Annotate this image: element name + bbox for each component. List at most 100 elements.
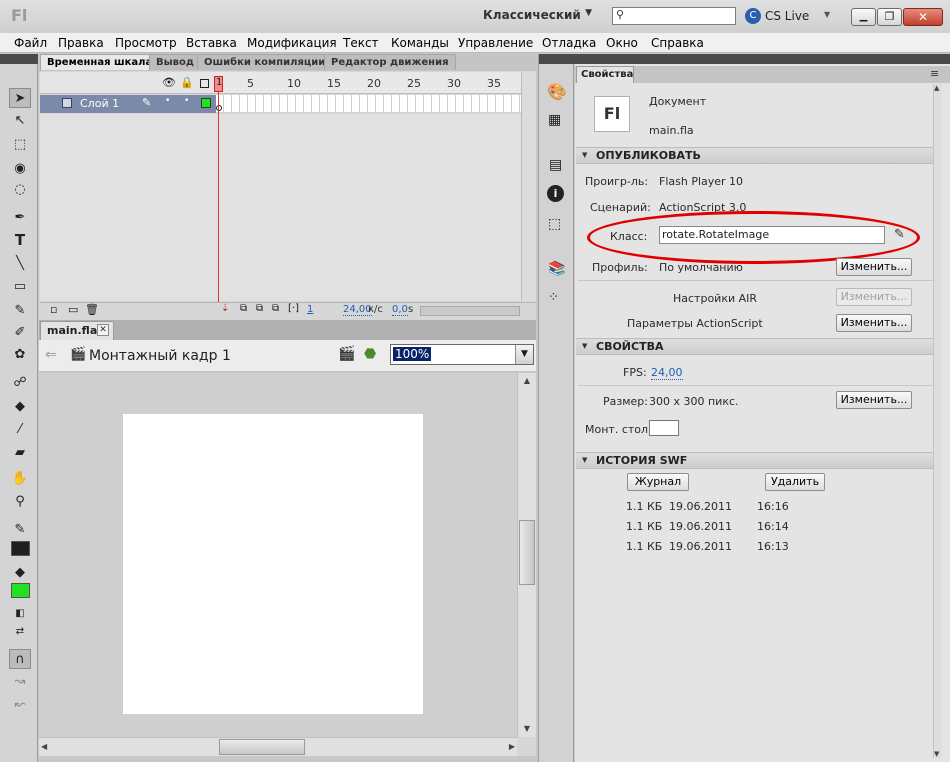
scroll-right-icon[interactable]: ▶	[509, 738, 515, 756]
edit-symbols-icon[interactable]: ⬣	[364, 346, 376, 362]
edit-multiple-frames-icon[interactable]: ⧉	[272, 303, 279, 314]
menu-view[interactable]: Просмотр	[115, 36, 177, 50]
fill-color-swatch[interactable]	[11, 583, 30, 598]
lock-all-icon[interactable]: 🔒	[180, 76, 194, 89]
visibility-dot-icon[interactable]: •	[165, 96, 170, 106]
color-panel-icon[interactable]: 🎨	[547, 82, 567, 101]
search-input[interactable]	[629, 9, 733, 23]
lock-dot-icon[interactable]: •	[184, 96, 189, 106]
outline-all-icon[interactable]	[200, 79, 209, 88]
pen-tool-icon[interactable]: ✒	[9, 207, 31, 227]
size-change-button[interactable]: Изменить...	[836, 391, 912, 409]
straighten-icon[interactable]: ↜	[9, 694, 31, 714]
close-document-button[interactable]: ✕	[97, 324, 109, 336]
fps-value[interactable]: 24,00	[651, 366, 683, 380]
info-panel-icon[interactable]: i	[547, 185, 564, 202]
stroke-color-icon[interactable]: ✎	[9, 519, 31, 539]
menu-text[interactable]: Текст	[343, 36, 379, 50]
black-white-icon[interactable]: ◧	[9, 603, 31, 623]
menu-window[interactable]: Окно	[606, 36, 638, 50]
onion-skin-icon[interactable]: ⧉	[240, 303, 247, 314]
timeline-hscroll[interactable]	[420, 306, 520, 316]
menu-file[interactable]: Файл	[14, 36, 47, 50]
smooth-icon[interactable]: ↝	[9, 671, 31, 691]
line-tool-icon[interactable]: ╲	[9, 253, 31, 273]
back-arrow-icon[interactable]: ⇐	[45, 347, 57, 363]
onion-outlines-icon[interactable]: ⧉	[256, 303, 263, 314]
close-button[interactable]: ✕	[903, 8, 943, 26]
air-change-button[interactable]: Изменить...	[836, 288, 912, 306]
align-panel-icon[interactable]: ▤	[549, 157, 562, 173]
motion-presets-icon[interactable]: ⁘	[548, 290, 559, 305]
brush-tool-icon[interactable]: ✐	[9, 322, 31, 342]
menu-modify[interactable]: Модификация	[247, 36, 337, 50]
section-properties-header[interactable]: СВОЙСТВА	[576, 338, 938, 355]
scroll-up-icon[interactable]: ▲	[934, 84, 939, 92]
swf-log-button[interactable]: Журнал	[627, 473, 689, 491]
text-tool-icon[interactable]: T	[9, 230, 31, 250]
scroll-down-icon[interactable]: ▼	[518, 721, 536, 737]
snap-magnet-icon[interactable]: ∩	[9, 649, 31, 669]
tab-output[interactable]: Вывод	[149, 54, 201, 70]
bone-tool-icon[interactable]: ☍	[9, 372, 31, 392]
subselection-tool-icon[interactable]: ↖	[9, 110, 31, 130]
zoom-tool-icon[interactable]: ⚲	[9, 491, 31, 511]
as-change-button[interactable]: Изменить...	[836, 314, 912, 332]
selection-tool-icon[interactable]: ➤	[9, 88, 31, 108]
menu-help[interactable]: Справка	[651, 36, 704, 50]
show-hide-all-icon[interactable]: 👁	[162, 76, 176, 89]
new-layer-icon[interactable]: ▫	[50, 303, 57, 316]
panel-grip[interactable]	[575, 54, 950, 64]
section-swf-history-header[interactable]: ИСТОРИЯ SWF	[576, 452, 938, 469]
delete-layer-icon[interactable]: 🗑	[85, 303, 99, 316]
search-box[interactable]: ⚲	[612, 7, 736, 25]
stage-hscroll[interactable]: ◀ ▶	[39, 737, 517, 756]
tab-timeline[interactable]: Временная шкала	[40, 54, 160, 70]
swap-colors-icon[interactable]: ⇄	[9, 621, 31, 641]
lasso-tool-icon[interactable]: ◌	[9, 179, 31, 199]
profile-change-button[interactable]: Изменить...	[836, 258, 912, 276]
hand-tool-icon[interactable]: ✋	[9, 468, 31, 488]
pencil-tool-icon[interactable]: ✎	[9, 300, 31, 320]
playhead-marker[interactable]: 1	[214, 76, 223, 92]
library-panel-icon[interactable]: 📚	[548, 261, 565, 277]
menu-debug[interactable]: Отладка	[542, 36, 596, 50]
rectangle-tool-icon[interactable]: ▭	[9, 276, 31, 296]
modify-onion-markers-icon[interactable]: [·]	[288, 303, 299, 314]
tab-properties[interactable]: Свойства	[576, 66, 634, 83]
layer-name[interactable]: Слой 1	[80, 97, 119, 110]
hscroll-thumb[interactable]	[219, 739, 305, 755]
timeline-vscroll[interactable]	[521, 72, 536, 301]
eraser-tool-icon[interactable]: ▰	[9, 442, 31, 462]
3d-rotation-tool-icon[interactable]: ◉	[9, 158, 31, 178]
scroll-left-icon[interactable]: ◀	[41, 738, 47, 756]
scroll-down-icon[interactable]: ▼	[934, 750, 939, 758]
scene-label[interactable]: Монтажный кадр 1	[89, 348, 231, 364]
stage-vscroll[interactable]: ▲ ▼	[517, 373, 536, 737]
stage-canvas[interactable]	[123, 414, 423, 714]
layer-outline-color-icon[interactable]	[201, 98, 211, 108]
menu-commands[interactable]: Команды	[391, 36, 449, 50]
playhead-line[interactable]	[218, 76, 219, 302]
free-transform-tool-icon[interactable]: ⬚	[9, 134, 31, 154]
paint-bucket-tool-icon[interactable]: ◆	[9, 396, 31, 416]
tab-compiler-errors[interactable]: Ошибки компиляции	[197, 54, 333, 70]
stroke-color-swatch[interactable]	[11, 541, 30, 556]
stage-color-swatch[interactable]	[649, 420, 679, 436]
maximize-button[interactable]: ❐	[877, 8, 902, 26]
fill-color-icon[interactable]: ◆	[9, 562, 31, 582]
edit-scene-icon[interactable]: 🎬	[338, 346, 355, 362]
deco-tool-icon[interactable]: ✿	[9, 344, 31, 364]
keyframe-empty-icon[interactable]	[216, 105, 222, 111]
tab-motion-editor[interactable]: Редактор движения	[324, 54, 456, 70]
cslive-button[interactable]: C CS Live ▼	[745, 8, 835, 26]
panel-menu-icon[interactable]: ≡	[930, 67, 939, 80]
chevron-down-icon[interactable]: ▼	[515, 345, 533, 364]
transform-panel-icon[interactable]: ⬚	[548, 216, 561, 232]
menu-control[interactable]: Управление	[458, 36, 533, 50]
menu-edit[interactable]: Правка	[58, 36, 104, 50]
zoom-select[interactable]: 100% ▼	[390, 344, 534, 365]
panel-grip[interactable]	[0, 54, 38, 64]
new-folder-icon[interactable]: ▭	[68, 303, 78, 316]
swf-delete-button[interactable]: Удалить	[765, 473, 825, 491]
